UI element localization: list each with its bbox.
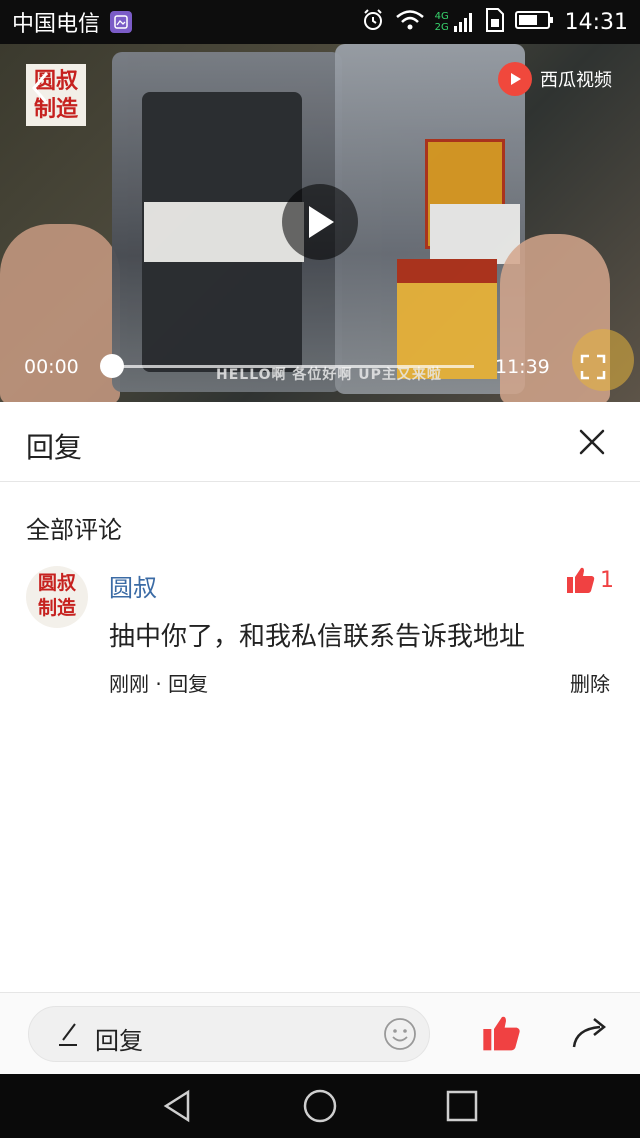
- fullscreen-button[interactable]: [580, 354, 606, 380]
- video-frame-bag: [335, 44, 525, 394]
- close-icon: [579, 429, 605, 455]
- emoji-button[interactable]: [383, 1017, 417, 1051]
- fullscreen-icon: [580, 354, 606, 380]
- bottom-bar: 回复: [0, 992, 640, 1074]
- share-button[interactable]: [570, 1013, 610, 1053]
- like-button[interactable]: [482, 1013, 522, 1053]
- current-time: 00:00: [24, 356, 79, 378]
- avatar-line: 圆叔: [37, 572, 76, 594]
- reply-input[interactable]: 回复: [28, 1006, 430, 1062]
- alarm-icon: [361, 8, 385, 36]
- all-comments-title: 全部评论: [26, 516, 122, 544]
- nav-home-button[interactable]: [302, 1088, 338, 1124]
- progress-bar[interactable]: [100, 354, 474, 378]
- clock: 14:31: [564, 9, 628, 35]
- reply-title: 回复: [26, 431, 83, 464]
- triangle-back-icon: [163, 1089, 190, 1123]
- avatar-line: 制造: [37, 597, 76, 619]
- comment-text: 抽中你了，和我私信联系告诉我地址: [109, 622, 526, 652]
- comment-like-button[interactable]: 1: [566, 566, 614, 594]
- wifi-icon: [395, 9, 425, 35]
- reply-header: 回复: [0, 402, 640, 482]
- carrier-label: 中国电信: [12, 12, 101, 37]
- xigua-logo-icon: [498, 62, 532, 96]
- xigua-watermark: 西瓜视频: [498, 62, 612, 96]
- pencil-icon: [57, 1021, 81, 1047]
- back-button[interactable]: [26, 68, 56, 108]
- comment-meta[interactable]: 刚刚 · 回复: [109, 668, 208, 697]
- play-icon: [309, 206, 334, 238]
- thumbs-up-icon: [483, 1016, 520, 1051]
- xigua-brand: 西瓜视频: [540, 70, 612, 91]
- battery-icon: [514, 10, 555, 34]
- total-time: 11:39: [495, 356, 550, 378]
- chevron-left-icon: [32, 72, 48, 104]
- video-player[interactable]: 圆叔 制造 西瓜视频 HELLO啊 各位好啊 UP主又来啦 00:00 11:3…: [0, 44, 640, 402]
- nav-recents-button[interactable]: [444, 1088, 480, 1124]
- thumbs-up-icon: [567, 567, 595, 593]
- play-button[interactable]: [282, 184, 358, 260]
- close-button[interactable]: [574, 424, 610, 460]
- share-icon: [572, 1018, 607, 1048]
- nav-back-button[interactable]: [160, 1088, 196, 1124]
- delete-button[interactable]: 删除: [570, 668, 610, 697]
- network-label: 4G 2G: [434, 11, 449, 33]
- status-bar: 中国电信 4G 2G 14:31: [0, 0, 640, 44]
- square-recents-icon: [446, 1090, 478, 1122]
- avatar[interactable]: 圆叔 制造: [26, 566, 88, 628]
- reply-input-placeholder: 回复: [95, 1027, 143, 1055]
- comment-username[interactable]: 圆叔: [109, 568, 157, 603]
- progress-handle[interactable]: [100, 354, 124, 378]
- circle-home-icon: [303, 1089, 337, 1123]
- emoji-icon: [384, 1018, 416, 1050]
- like-count: 1: [600, 567, 614, 593]
- system-nav-bar: [0, 1074, 640, 1138]
- sim-icon: [485, 7, 505, 37]
- signal-icon: 4G 2G: [435, 11, 475, 33]
- gallery-icon: [110, 11, 133, 33]
